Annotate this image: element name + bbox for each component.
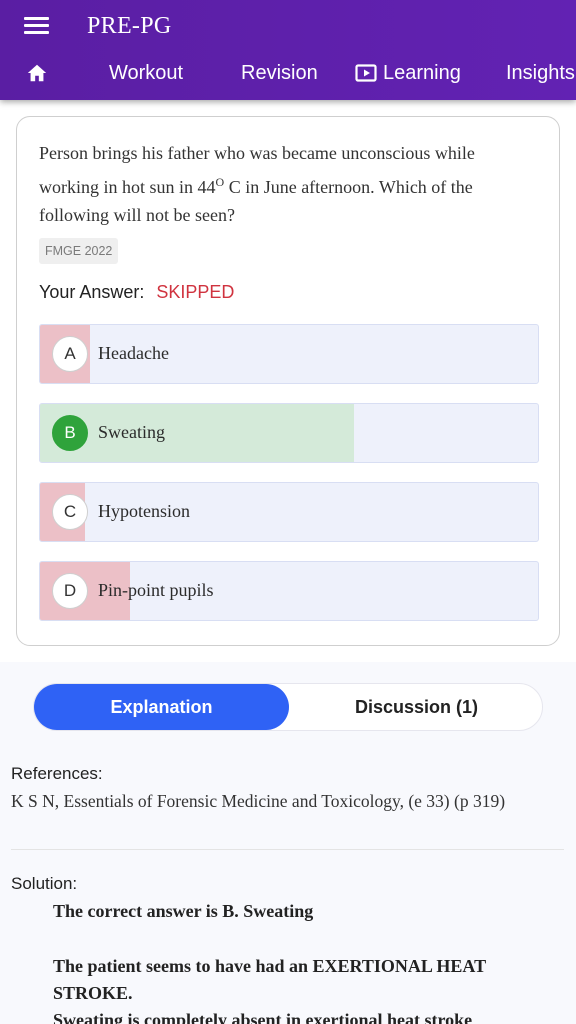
divider xyxy=(11,849,564,850)
option-a[interactable]: A Headache xyxy=(39,324,539,384)
option-d-text: Pin-point pupils xyxy=(98,580,214,600)
answer-status: SKIPPED xyxy=(156,282,235,302)
option-d[interactable]: D Pin-point pupils xyxy=(39,561,539,621)
solution-label: Solution: xyxy=(11,874,78,893)
question-superscript: O xyxy=(215,174,225,189)
option-b-letter: B xyxy=(52,415,88,451)
exam-tag: FMGE 2022 xyxy=(39,238,119,264)
explanation-panel: Explanation Discussion (1) References: K… xyxy=(0,662,576,1024)
nav-learning-label: Learning xyxy=(383,62,461,84)
option-a-text: Headache xyxy=(98,343,169,363)
nav-revision[interactable]: Revision xyxy=(241,62,318,85)
option-b-text: Sweating xyxy=(98,422,165,442)
option-c[interactable]: C Hypotension xyxy=(39,482,539,542)
app-title: PRE-PG xyxy=(87,13,172,39)
app-header: PRE-PG Workout Revision Learning Insight… xyxy=(0,0,576,100)
tab-explanation[interactable]: Explanation xyxy=(34,684,289,730)
your-answer-label: Your Answer: xyxy=(39,282,145,302)
top-nav: Workout Revision Learning Insights xyxy=(0,52,576,98)
option-c-letter: C xyxy=(52,494,88,530)
menu-icon[interactable] xyxy=(24,15,50,37)
home-icon[interactable] xyxy=(26,62,48,84)
tab-discussion[interactable]: Discussion (1) xyxy=(289,684,544,730)
nav-insights[interactable]: Insights xyxy=(506,62,575,85)
play-screen-icon xyxy=(355,64,377,82)
nav-workout[interactable]: Workout xyxy=(109,62,183,85)
your-answer-row: Your Answer: SKIPPED xyxy=(39,282,234,303)
solution-line-2: The patient seems to have had an EXERTIO… xyxy=(53,956,486,1003)
option-b[interactable]: B Sweating xyxy=(39,403,539,463)
option-c-text: Hypotension xyxy=(98,501,190,521)
solution-line-1: The correct answer is B. Sweating xyxy=(53,901,314,921)
references-label: References: xyxy=(11,764,103,783)
question-card: Person brings his father who was became … xyxy=(16,116,560,646)
tab-bar: Explanation Discussion (1) xyxy=(33,683,543,731)
option-a-letter: A xyxy=(52,336,88,372)
nav-learning[interactable]: Learning xyxy=(355,62,461,85)
question-text: Person brings his father who was became … xyxy=(39,139,539,230)
reference-text: K S N, Essentials of Forensic Medicine a… xyxy=(11,791,506,811)
option-d-letter: D xyxy=(52,573,88,609)
solution-line-3: Sweating is completely absent in exertio… xyxy=(53,1010,473,1024)
